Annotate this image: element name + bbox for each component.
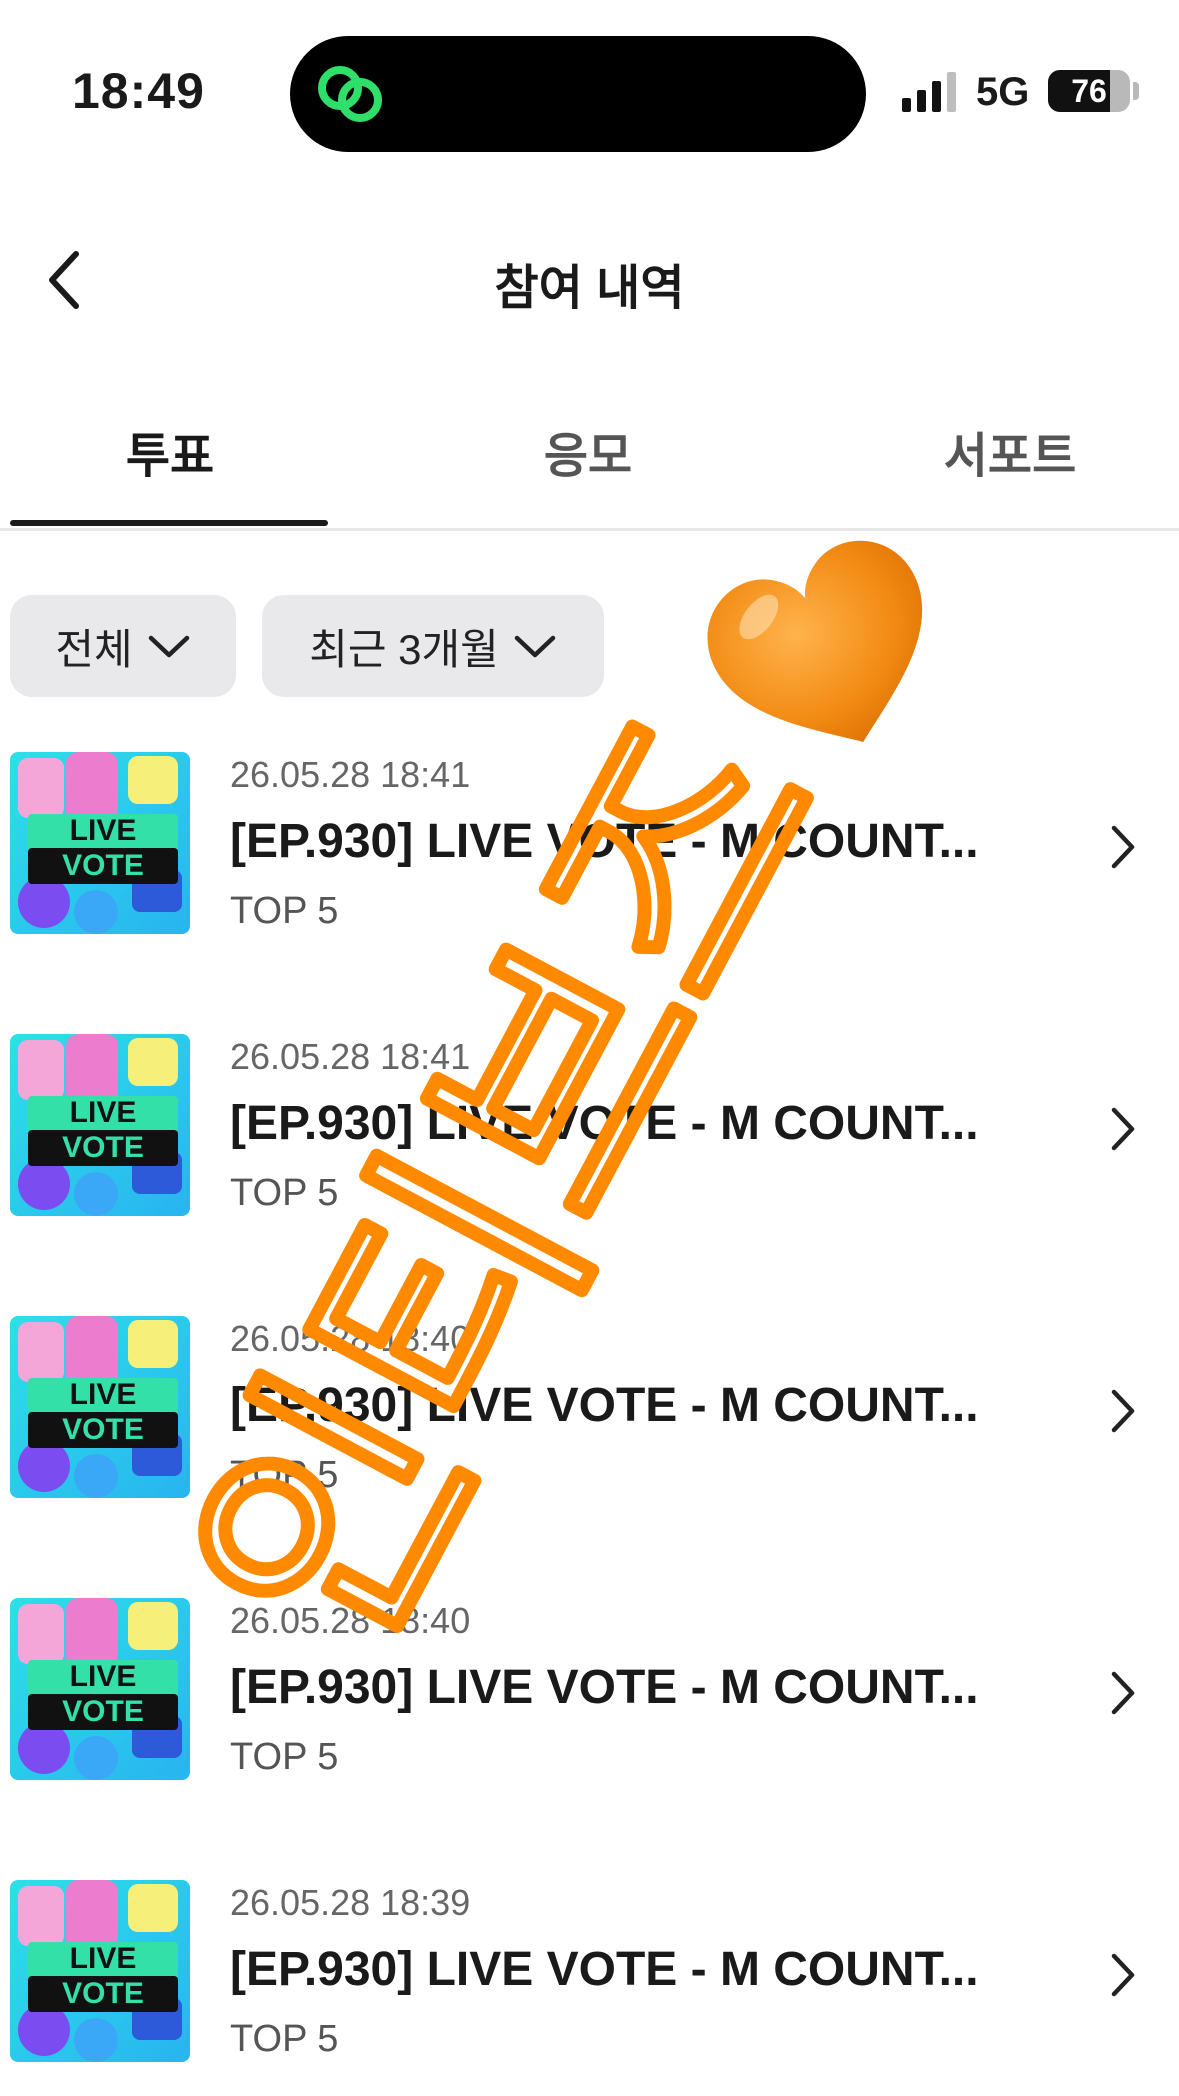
live-vote-thumbnail: LIVE VOTE (10, 752, 190, 934)
thumb-text-live: LIVE (70, 1942, 137, 1975)
signal-icon (902, 72, 956, 112)
chevron-down-icon (514, 635, 556, 658)
thumb-text-vote: VOTE (62, 849, 144, 882)
battery-cap (1133, 82, 1139, 100)
item-date: 26.05.28 18:39 (230, 1882, 471, 1923)
network-label: 5G (976, 70, 1030, 114)
item-subtitle: TOP 5 (230, 1736, 339, 1778)
tab-apply[interactable]: 응모 (428, 416, 748, 486)
item-date: 26.05.28 18:40 (230, 1600, 471, 1641)
item-title: [EP.930] LIVE VOTE - M COUNT... (230, 1943, 979, 1996)
list-item[interactable]: LIVE VOTE 26.05.28 18:41 [EP.930] LIVE V… (0, 1032, 1179, 1232)
chevron-right-icon (1111, 825, 1135, 869)
thumb-text-live: LIVE (70, 1378, 137, 1411)
period-filter-dropdown[interactable]: 최근 3개월 (262, 595, 604, 697)
period-filter-label: 최근 3개월 (309, 625, 499, 673)
item-title: [EP.930] LIVE VOTE - M COUNT... (230, 1379, 979, 1432)
tab-indicator (10, 520, 328, 526)
item-title: [EP.930] LIVE VOTE - M COUNT... (230, 1097, 979, 1150)
item-date: 26.05.28 18:41 (230, 1036, 471, 1077)
live-vote-thumbnail: LIVE VOTE (10, 1598, 190, 1780)
battery-level: 76 (1071, 73, 1107, 109)
tab-support[interactable]: 서포트 (850, 416, 1170, 486)
live-vote-thumbnail: LIVE VOTE (10, 1880, 190, 2062)
list-item[interactable]: LIVE VOTE 26.05.28 18:40 [EP.930] LIVE V… (0, 1314, 1179, 1514)
thumb-text-live: LIVE (70, 1096, 137, 1129)
item-subtitle: TOP 5 (230, 1172, 339, 1214)
link-icon (318, 66, 382, 122)
tab-vote[interactable]: 투표 (10, 416, 330, 486)
item-date: 26.05.28 18:40 (230, 1318, 471, 1359)
thumb-text-vote: VOTE (62, 1695, 144, 1728)
item-subtitle: TOP 5 (230, 2018, 339, 2060)
chevron-right-icon (1111, 1953, 1135, 1997)
item-date: 26.05.28 18:41 (230, 754, 471, 795)
thumb-text-live: LIVE (70, 814, 137, 847)
list-item[interactable]: LIVE VOTE 26.05.28 18:41 [EP.930] LIVE V… (0, 750, 1179, 950)
thumb-text-vote: VOTE (62, 1413, 144, 1446)
thumb-text-vote: VOTE (62, 1131, 144, 1164)
list-item[interactable]: LIVE VOTE 26.05.28 18:40 [EP.930] LIVE V… (0, 1596, 1179, 1796)
dynamic-island (290, 36, 866, 152)
tabs-divider (0, 528, 1179, 531)
chevron-down-icon (148, 635, 189, 658)
thumb-text-vote: VOTE (62, 1977, 144, 2010)
category-filter-dropdown[interactable]: 전체 (10, 595, 236, 697)
tab-bar: 투표 응모 서포트 (0, 390, 1179, 530)
item-subtitle: TOP 5 (230, 1454, 339, 1496)
category-filter-label: 전체 (55, 625, 133, 673)
list-item[interactable]: LIVE VOTE 26.05.28 18:39 [EP.930] LIVE V… (0, 1878, 1179, 2078)
live-vote-thumbnail: LIVE VOTE (10, 1316, 190, 1498)
item-subtitle: TOP 5 (230, 890, 339, 932)
chevron-right-icon (1111, 1389, 1135, 1433)
item-title: [EP.930] LIVE VOTE - M COUNT... (230, 815, 979, 868)
page-title: 참여 내역 (494, 262, 685, 315)
battery-icon: 76 (1048, 70, 1130, 112)
status-time: 18:49 (72, 63, 205, 119)
item-title: [EP.930] LIVE VOTE - M COUNT... (230, 1661, 979, 1714)
live-vote-thumbnail: LIVE VOTE (10, 1034, 190, 1216)
thumb-text-live: LIVE (70, 1660, 137, 1693)
status-bar: 18:49 5G 76 (0, 0, 1179, 152)
chevron-right-icon (1111, 1107, 1135, 1151)
chevron-right-icon (1111, 1671, 1135, 1715)
heart-icon (707, 540, 922, 742)
